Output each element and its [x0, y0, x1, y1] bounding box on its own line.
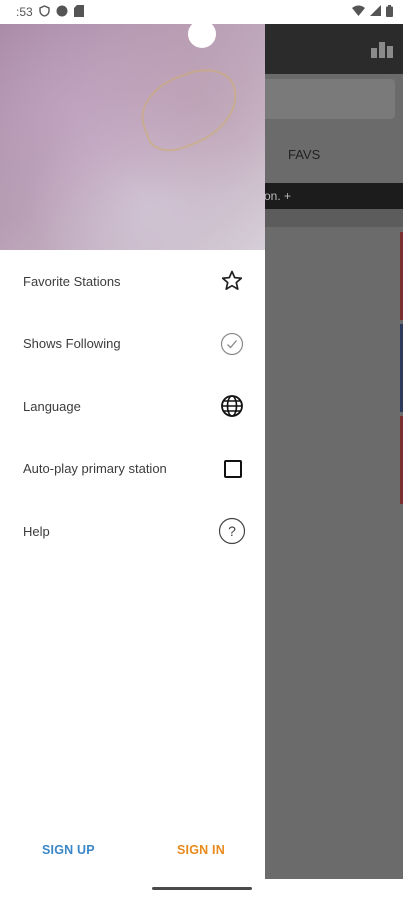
sign-in-button[interactable]: SIGN IN — [177, 843, 225, 857]
drawer-header-image — [0, 24, 265, 250]
status-time: :53 — [16, 5, 33, 19]
check-circle-icon — [220, 332, 244, 356]
battery-icon — [386, 4, 393, 20]
menu-item-favorite-stations[interactable]: Favorite Stations — [0, 250, 265, 313]
svg-text:?: ? — [228, 523, 236, 539]
cell-signal-icon — [370, 5, 381, 19]
background-banner-text: on. + — [264, 189, 292, 203]
vpn-shield-icon — [38, 4, 50, 20]
menu-item-label: Auto-play primary station — [23, 461, 167, 477]
sign-up-button[interactable]: SIGN UP — [42, 843, 95, 857]
menu-item-language[interactable]: Language — [0, 375, 265, 438]
sim-card-icon — [73, 4, 84, 20]
menu-item-label: Help — [23, 523, 50, 539]
drawer-menu: Favorite Stations Shows Following Langua… — [0, 250, 265, 563]
gesture-nav-bar — [0, 879, 403, 900]
camera-cutout — [188, 20, 216, 48]
navigation-drawer: Favorite Stations Shows Following Langua… — [0, 24, 265, 879]
home-indicator[interactable] — [152, 887, 252, 890]
menu-item-label: Language — [23, 398, 81, 414]
help-circle-icon: ? — [218, 517, 246, 545]
star-outline-icon — [220, 269, 244, 293]
drawer-footer: SIGN UP SIGN IN — [0, 839, 265, 863]
tab-favs: FAVS — [288, 147, 321, 162]
notification-dot-icon — [56, 5, 68, 20]
globe-icon — [220, 394, 244, 418]
menu-item-auto-play[interactable]: Auto-play primary station — [0, 438, 265, 501]
wifi-icon — [352, 5, 365, 19]
bar-chart-icon — [371, 40, 393, 58]
menu-item-help[interactable]: Help ? — [0, 500, 265, 563]
menu-item-shows-following[interactable]: Shows Following — [0, 313, 265, 376]
menu-item-label: Favorite Stations — [23, 273, 121, 289]
header-decoration — [131, 59, 249, 159]
menu-item-label: Shows Following — [23, 336, 121, 352]
checkbox-icon[interactable] — [220, 457, 244, 481]
